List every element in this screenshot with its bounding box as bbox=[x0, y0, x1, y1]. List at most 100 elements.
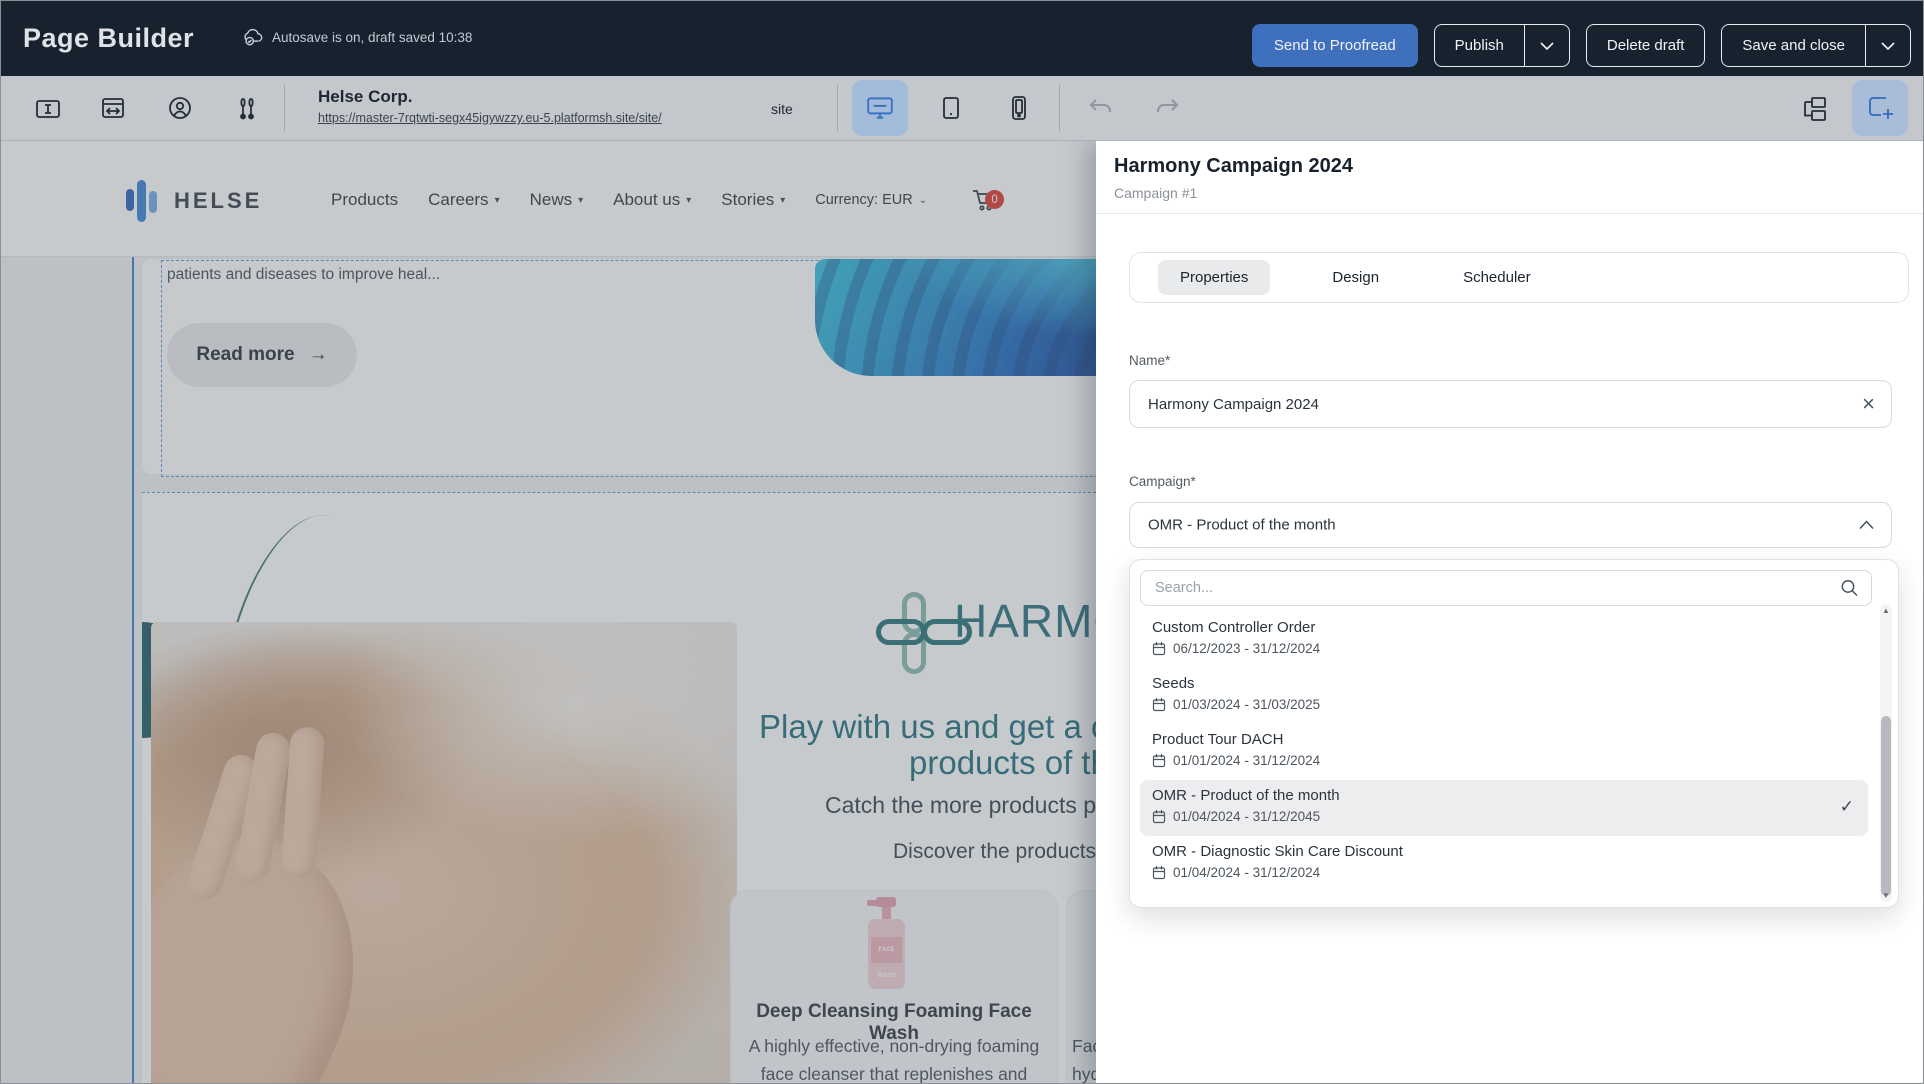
window-swap-icon[interactable] bbox=[99, 95, 127, 123]
option-dates: 06/12/2023 - 31/12/2024 bbox=[1173, 641, 1320, 656]
nav-products[interactable]: Products bbox=[331, 190, 398, 210]
search-icon bbox=[1840, 579, 1859, 598]
panel-title: Harmony Campaign 2024 bbox=[1114, 155, 1905, 178]
hero-heading-line2: products of the bbox=[909, 744, 1127, 782]
nav-label: News bbox=[530, 190, 573, 210]
tablet-preview-button[interactable] bbox=[923, 80, 979, 136]
campaign-select[interactable]: OMR - Product of the month bbox=[1129, 502, 1892, 548]
nav-news[interactable]: News ▾ bbox=[530, 190, 584, 210]
toolbar-divider bbox=[1059, 85, 1060, 131]
redo-button[interactable] bbox=[1155, 97, 1181, 119]
option-name: Product Tour DACH bbox=[1152, 731, 1856, 748]
campaign-field-label: Campaign* bbox=[1129, 474, 1924, 489]
currency-label: Currency: EUR bbox=[815, 192, 913, 208]
publish-button[interactable]: Publish bbox=[1435, 37, 1524, 54]
option-name: OMR - Product of the month bbox=[1152, 787, 1856, 804]
mobile-icon bbox=[1005, 94, 1033, 122]
option-name: Custom Controller Order bbox=[1152, 619, 1856, 636]
nav-about-us[interactable]: About us ▾ bbox=[613, 190, 691, 210]
campaign-option-selected[interactable]: OMR - Product of the month 01/04/2024 - … bbox=[1140, 780, 1868, 836]
send-to-proofread-button[interactable]: Send to Proofread bbox=[1252, 24, 1418, 67]
read-more-label: Read more bbox=[196, 344, 294, 366]
currency-selector[interactable]: Currency: EUR ⌄ bbox=[815, 192, 927, 208]
site-url-link[interactable]: https://master-7rqtwti-segx45igywzzy.eu-… bbox=[318, 111, 662, 125]
calendar-icon bbox=[1152, 809, 1166, 824]
publish-dropdown-button[interactable] bbox=[1525, 41, 1569, 51]
campaign-option[interactable]: Custom Controller Order 06/12/2023 - 31/… bbox=[1140, 612, 1868, 668]
site-logo-text[interactable]: HELSE bbox=[174, 188, 262, 214]
mobile-preview-button[interactable] bbox=[991, 80, 1047, 136]
top-header: Page Builder Autosave is on, draft saved… bbox=[1, 1, 1923, 76]
chevron-down-icon bbox=[1539, 41, 1555, 51]
campaign-options-list: Custom Controller Order 06/12/2023 - 31/… bbox=[1140, 612, 1868, 892]
delete-draft-button[interactable]: Delete draft bbox=[1586, 24, 1706, 67]
add-frame-button[interactable] bbox=[1852, 80, 1908, 136]
desktop-preview-button[interactable] bbox=[852, 80, 908, 136]
product-card[interactable]: FACE WASH Deep Cleansing Foaming Face Wa… bbox=[730, 890, 1058, 1084]
bottle-label: FACE WASH bbox=[871, 937, 902, 963]
check-icon: ✓ bbox=[1840, 797, 1854, 817]
undo-button[interactable] bbox=[1087, 97, 1113, 119]
hero-photo-woman bbox=[151, 622, 737, 1084]
helse-logo: HELSE bbox=[126, 180, 262, 222]
calendar-icon bbox=[1152, 697, 1166, 712]
save-and-close-split-button: Save and close bbox=[1721, 24, 1911, 67]
campaign-selected-value: OMR - Product of the month bbox=[1148, 517, 1336, 534]
nav-label: About us bbox=[613, 190, 680, 210]
panel-subtitle: Campaign #1 bbox=[1114, 185, 1905, 201]
scrollbar-up-arrow[interactable]: ▲ bbox=[1879, 606, 1893, 615]
hero-subline1: Catch the more products possi bbox=[825, 792, 1137, 819]
divider bbox=[1096, 213, 1924, 214]
name-input[interactable] bbox=[1130, 381, 1891, 427]
add-frame-icon bbox=[1865, 93, 1895, 123]
nav-careers[interactable]: Careers ▾ bbox=[428, 190, 500, 210]
profile-icon[interactable] bbox=[166, 95, 194, 123]
cart-button[interactable]: 0 bbox=[971, 188, 997, 212]
caret-down-icon: ▾ bbox=[780, 195, 785, 206]
read-more-button[interactable]: Read more → bbox=[167, 323, 357, 387]
header-actions: Send to Proofread Publish Delete draft S… bbox=[1252, 24, 1911, 67]
nav-label: Stories bbox=[721, 190, 774, 210]
save-and-close-dropdown-button[interactable] bbox=[1866, 41, 1910, 51]
scrollbar-thumb[interactable] bbox=[1881, 716, 1891, 896]
caret-down-icon: ▾ bbox=[578, 195, 583, 206]
delete-draft-label: Delete draft bbox=[1587, 37, 1705, 54]
option-dates: 01/04/2024 - 31/12/2045 bbox=[1173, 809, 1320, 824]
calendar-icon bbox=[1152, 753, 1166, 768]
settings-sliders-icon[interactable] bbox=[233, 95, 261, 123]
tab-design[interactable]: Design bbox=[1310, 260, 1401, 295]
caret-down-icon: ▾ bbox=[686, 195, 691, 206]
product-bottle-image: FACE WASH bbox=[867, 897, 907, 991]
autosave-status: Autosave is on, draft saved 10:38 bbox=[241, 27, 472, 47]
campaign-option[interactable]: Product Tour DACH 01/01/2024 - 31/12/202… bbox=[1140, 724, 1868, 780]
text-block-icon[interactable] bbox=[34, 95, 62, 123]
desktop-icon bbox=[865, 93, 895, 123]
caret-down-icon: ▾ bbox=[495, 195, 500, 206]
dropdown-search-input[interactable] bbox=[1141, 571, 1871, 605]
save-and-close-button[interactable]: Save and close bbox=[1722, 37, 1865, 54]
undo-icon bbox=[1087, 97, 1113, 119]
clear-name-icon[interactable]: × bbox=[1862, 393, 1875, 415]
hand-shape bbox=[151, 803, 402, 1084]
tab-properties[interactable]: Properties bbox=[1158, 260, 1270, 295]
option-name: Seeds bbox=[1152, 675, 1856, 692]
caret-down-icon: ⌄ bbox=[919, 195, 927, 206]
name-field-wrap: × bbox=[1129, 380, 1892, 428]
cart-count-badge: 0 bbox=[985, 190, 1004, 209]
tab-scheduler[interactable]: Scheduler bbox=[1441, 260, 1553, 295]
campaign-option[interactable]: OMR - Diagnostic Skin Care Discount 01/0… bbox=[1140, 836, 1868, 892]
selection-edge-line bbox=[132, 257, 134, 1084]
arrow-right-icon: → bbox=[309, 344, 328, 366]
autosave-cloud-icon bbox=[241, 27, 263, 47]
dropdown-scrollbar[interactable]: ▲ ▼ bbox=[1879, 604, 1893, 902]
layers-tree-button[interactable] bbox=[1799, 94, 1829, 124]
helse-logo-icon bbox=[126, 180, 164, 222]
tree-icon bbox=[1799, 94, 1829, 124]
campaign-option[interactable]: Seeds 01/03/2024 - 31/03/2025 bbox=[1140, 668, 1868, 724]
tablet-icon bbox=[937, 94, 965, 122]
nav-label: Products bbox=[331, 190, 398, 210]
option-dates: 01/01/2024 - 31/12/2024 bbox=[1173, 753, 1320, 768]
nav-stories[interactable]: Stories ▾ bbox=[721, 190, 785, 210]
autosave-text: Autosave is on, draft saved 10:38 bbox=[272, 30, 472, 45]
scrollbar-down-arrow[interactable]: ▼ bbox=[1879, 891, 1893, 900]
